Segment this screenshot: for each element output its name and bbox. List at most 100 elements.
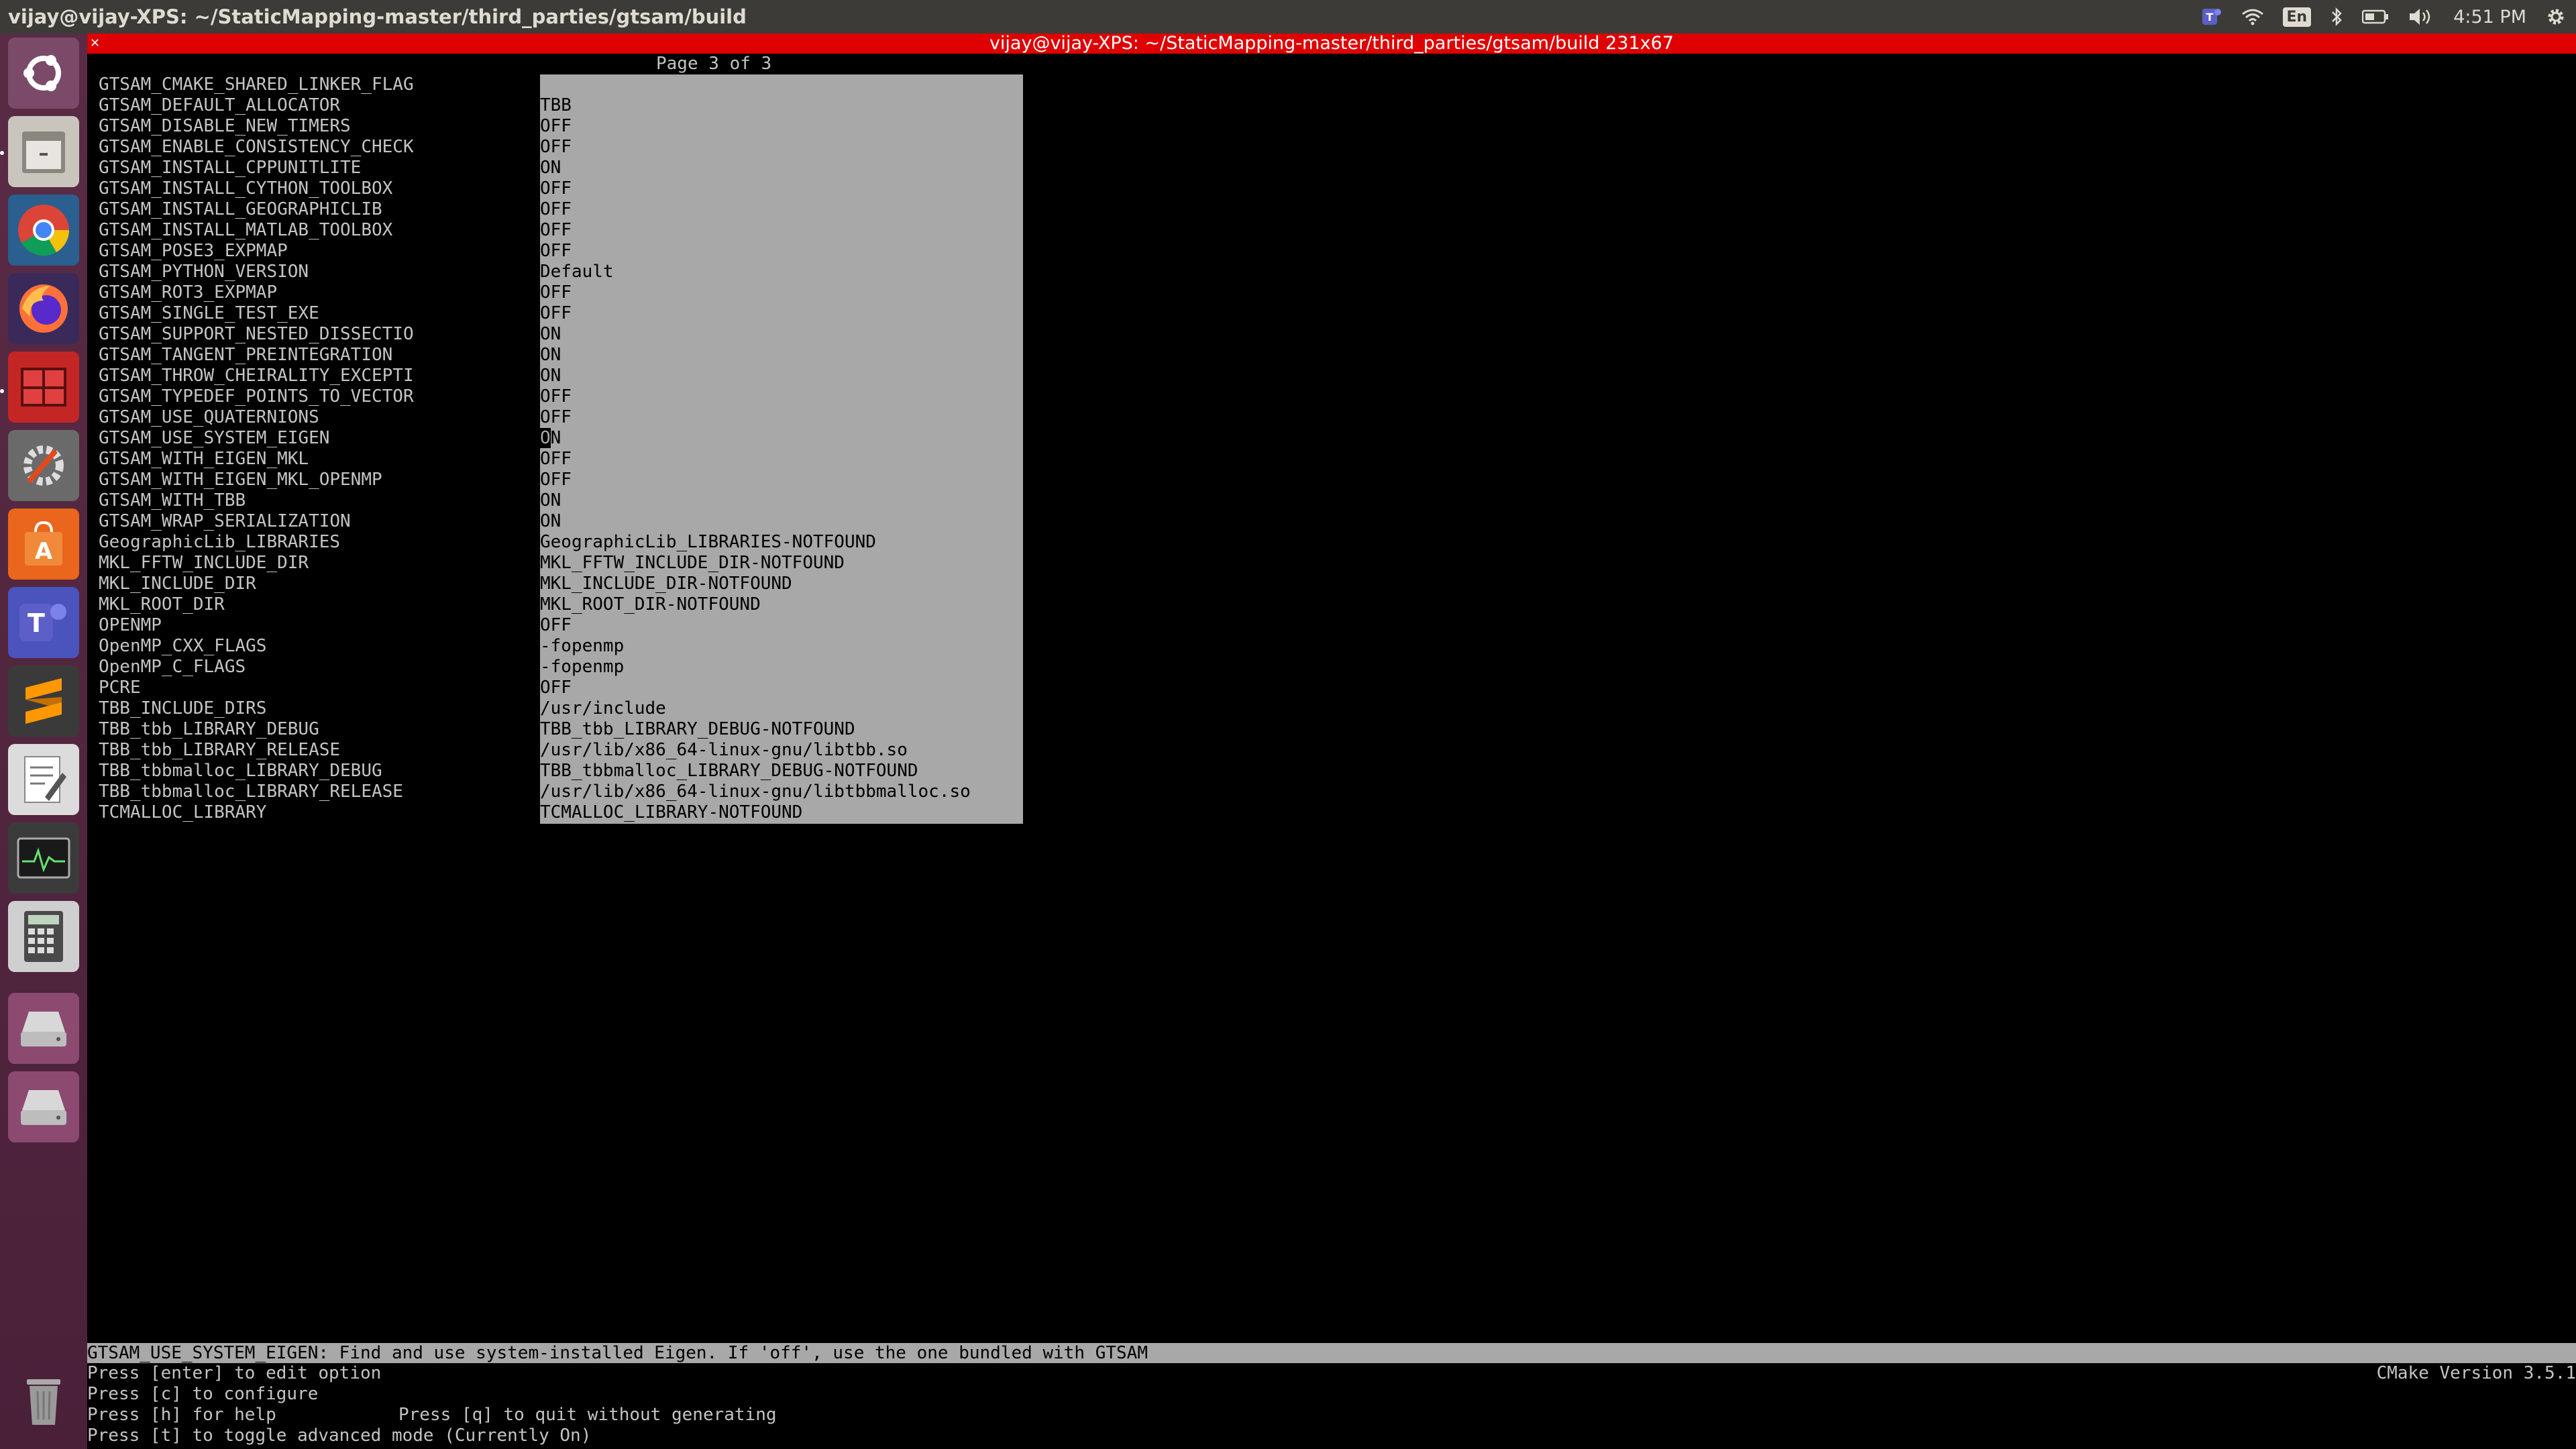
sublime-text-icon[interactable]	[8, 665, 79, 737]
text-editor-icon[interactable]	[8, 744, 79, 815]
software-center-icon[interactable]: A	[8, 508, 79, 580]
cache-entry-key[interactable]: MKL_INCLUDE_DIR	[99, 574, 256, 594]
system-monitor-icon[interactable]	[8, 822, 79, 894]
gear-icon[interactable]	[2545, 0, 2567, 34]
cache-entry-value[interactable]: OFF	[540, 615, 572, 636]
cache-entry-value[interactable]: TCMALLOC_LIBRARY-NOTFOUND	[540, 802, 802, 823]
drive-icon[interactable]	[8, 993, 79, 1064]
cache-entry-key[interactable]: TBB_tbbmalloc_LIBRARY_DEBUG	[99, 761, 382, 782]
cache-entry-value[interactable]: OFF	[540, 137, 572, 158]
cache-entry-key[interactable]: GTSAM_WITH_EIGEN_MKL_OPENMP	[99, 470, 382, 490]
cache-entry-value[interactable]: TBB_tbbmalloc_LIBRARY_DEBUG-NOTFOUND	[540, 761, 918, 782]
workspace-switcher-icon[interactable]	[8, 352, 79, 423]
cache-entry-value[interactable]: OFF	[540, 386, 572, 407]
cache-entry-value[interactable]: OFF	[540, 199, 572, 220]
volume-icon[interactable]	[2408, 0, 2434, 34]
cache-entry-value[interactable]: MKL_ROOT_DIR-NOTFOUND	[540, 594, 761, 615]
cache-entry-key[interactable]: TBB_tbb_LIBRARY_DEBUG	[99, 719, 319, 740]
cache-entry-key[interactable]: GTSAM_INSTALL_MATLAB_TOOLBOX	[99, 220, 392, 241]
cache-entry-value-selected[interactable]: ON	[540, 428, 561, 449]
cache-entry-key[interactable]: GTSAM_WITH_TBB	[99, 490, 246, 511]
cache-entry-value[interactable]: GeographicLib_LIBRARIES-NOTFOUND	[540, 532, 876, 553]
cache-entry-key[interactable]: TBB_tbbmalloc_LIBRARY_RELEASE	[99, 782, 403, 802]
cache-entry-key[interactable]: TBB_INCLUDE_DIRS	[99, 698, 266, 719]
file-cabinet-icon[interactable]	[8, 116, 79, 187]
bluetooth-icon[interactable]	[2330, 0, 2343, 34]
cache-entry-key[interactable]: MKL_ROOT_DIR	[99, 594, 225, 615]
cache-entry-value-rest: N	[550, 428, 561, 448]
cache-entry-value[interactable]: /usr/lib/x86_64-linux-gnu/libtbb.so	[540, 740, 908, 761]
drive-icon[interactable]	[8, 1071, 79, 1142]
cache-entry-key[interactable]: OPENMP	[99, 615, 162, 636]
cache-entry-value[interactable]: /usr/include	[540, 698, 666, 719]
cache-entry-value[interactable]: ON	[540, 324, 561, 345]
cache-entry-key[interactable]: TCMALLOC_LIBRARY	[99, 802, 266, 823]
cache-entry-value[interactable]: MKL_FFTW_INCLUDE_DIR-NOTFOUND	[540, 553, 845, 574]
cache-entry-key[interactable]: GeographicLib_LIBRARIES	[99, 532, 340, 553]
cache-entry-value[interactable]: /usr/lib/x86_64-linux-gnu/libtbbmalloc.s…	[540, 782, 971, 802]
cache-entry-value[interactable]: OFF	[540, 241, 572, 262]
text-cursor: O	[540, 428, 551, 448]
cache-entry-value[interactable]: OFF	[540, 282, 572, 303]
svg-text:T: T	[2206, 11, 2213, 23]
cache-entry-key[interactable]: GTSAM_PYTHON_VERSION	[99, 262, 309, 282]
cache-entry-key[interactable]: GTSAM_POSE3_EXPMAP	[99, 241, 288, 262]
ubuntu-logo-icon[interactable]	[8, 38, 79, 109]
cache-entry-key[interactable]: GTSAM_THROW_CHEIRALITY_EXCEPTI	[99, 366, 414, 386]
cache-entry-key[interactable]: GTSAM_TYPEDEF_POINTS_TO_VECTOR	[99, 386, 414, 407]
clock[interactable]: 4:51 PM	[2453, 0, 2526, 34]
calculator-icon[interactable]	[8, 901, 79, 972]
cache-entry-value[interactable]: OFF	[540, 220, 572, 241]
cache-entry-value[interactable]: ON	[540, 490, 561, 511]
cache-entry-key[interactable]: OpenMP_C_FLAGS	[99, 657, 246, 678]
cache-entry-value[interactable]: OFF	[540, 470, 572, 490]
cache-entry-value[interactable]: ON	[540, 345, 561, 366]
cache-entry-key[interactable]: TBB_tbb_LIBRARY_RELEASE	[99, 740, 340, 761]
cmake-version: CMake Version 3.5.1	[2376, 1363, 2576, 1383]
instruction-quit: Press [q] to quit without generating	[398, 1405, 777, 1425]
cache-entry-value[interactable]: -fopenmp	[540, 657, 624, 678]
cache-entry-value[interactable]: ON	[540, 366, 561, 386]
cache-entry-key[interactable]: GTSAM_INSTALL_GEOGRAPHICLIB	[99, 199, 382, 220]
cache-entry-key[interactable]: GTSAM_ENABLE_CONSISTENCY_CHECK	[99, 137, 414, 158]
cache-entry-key[interactable]: GTSAM_ROT3_EXPMAP	[99, 282, 277, 303]
cache-entry-key[interactable]: MKL_FFTW_INCLUDE_DIR	[99, 553, 309, 574]
cache-entry-key[interactable]: GTSAM_INSTALL_CPPUNITLITE	[99, 158, 361, 178]
cache-entry-value[interactable]: OFF	[540, 116, 572, 137]
cache-entry-key[interactable]: GTSAM_TANGENT_PREINTEGRATION	[99, 345, 392, 366]
cache-entry-key[interactable]: GTSAM_USE_SYSTEM_EIGEN	[99, 428, 329, 449]
cache-entry-value[interactable]: ON	[540, 511, 561, 532]
cache-entry-value[interactable]: OFF	[540, 449, 572, 470]
wifi-icon[interactable]	[2241, 0, 2264, 34]
trash-icon[interactable]	[8, 1365, 79, 1436]
cache-entry-value[interactable]: -fopenmp	[540, 636, 624, 657]
cache-entry-value[interactable]: OFF	[540, 303, 572, 324]
cache-entry-value[interactable]: TBB	[540, 95, 572, 116]
cache-entry-key[interactable]: GTSAM_INSTALL_CYTHON_TOOLBOX	[99, 178, 392, 199]
cache-entry-key[interactable]: GTSAM_USE_QUATERNIONS	[99, 407, 319, 428]
terminal-content[interactable]: Page 3 of 3 GTSAM_CMAKE_SHARED_LINKER_FL…	[87, 54, 2576, 1449]
cache-entry-value[interactable]: OFF	[540, 178, 572, 199]
keyboard-layout-indicator[interactable]: En	[2282, 0, 2312, 34]
cache-entry-key[interactable]: GTSAM_DEFAULT_ALLOCATOR	[99, 95, 340, 116]
cache-entry-value[interactable]: ON	[540, 158, 561, 178]
cache-entry-value[interactable]: TBB_tbb_LIBRARY_DEBUG-NOTFOUND	[540, 719, 855, 740]
cache-entry-value[interactable]: MKL_INCLUDE_DIR-NOTFOUND	[540, 574, 792, 594]
cache-entry-value[interactable]: OFF	[540, 407, 572, 428]
firefox-icon[interactable]	[8, 273, 79, 344]
cache-entry-key[interactable]: GTSAM_CMAKE_SHARED_LINKER_FLAG	[99, 74, 414, 95]
cache-entry-key[interactable]: GTSAM_DISABLE_NEW_TIMERS	[99, 116, 351, 137]
chrome-icon[interactable]	[8, 195, 79, 266]
teams-icon[interactable]: T	[8, 587, 79, 658]
cache-entry-key[interactable]: GTSAM_WITH_EIGEN_MKL	[99, 449, 309, 470]
cache-entry-key[interactable]: GTSAM_WRAP_SERIALIZATION	[99, 511, 351, 532]
cache-entry-value[interactable]: Default	[540, 262, 614, 282]
cache-entry-key[interactable]: GTSAM_SINGLE_TEST_EXE	[99, 303, 319, 324]
cache-entry-key[interactable]: PCRE	[99, 678, 141, 698]
cache-entry-key[interactable]: OpenMP_CXX_FLAGS	[99, 636, 266, 657]
cache-entry-key[interactable]: GTSAM_SUPPORT_NESTED_DISSECTIO	[99, 324, 414, 345]
settings-tools-icon[interactable]	[8, 430, 79, 501]
battery-icon[interactable]	[2362, 0, 2389, 34]
teams-tray-icon[interactable]: T	[2201, 0, 2222, 34]
cache-entry-value[interactable]: OFF	[540, 678, 572, 698]
